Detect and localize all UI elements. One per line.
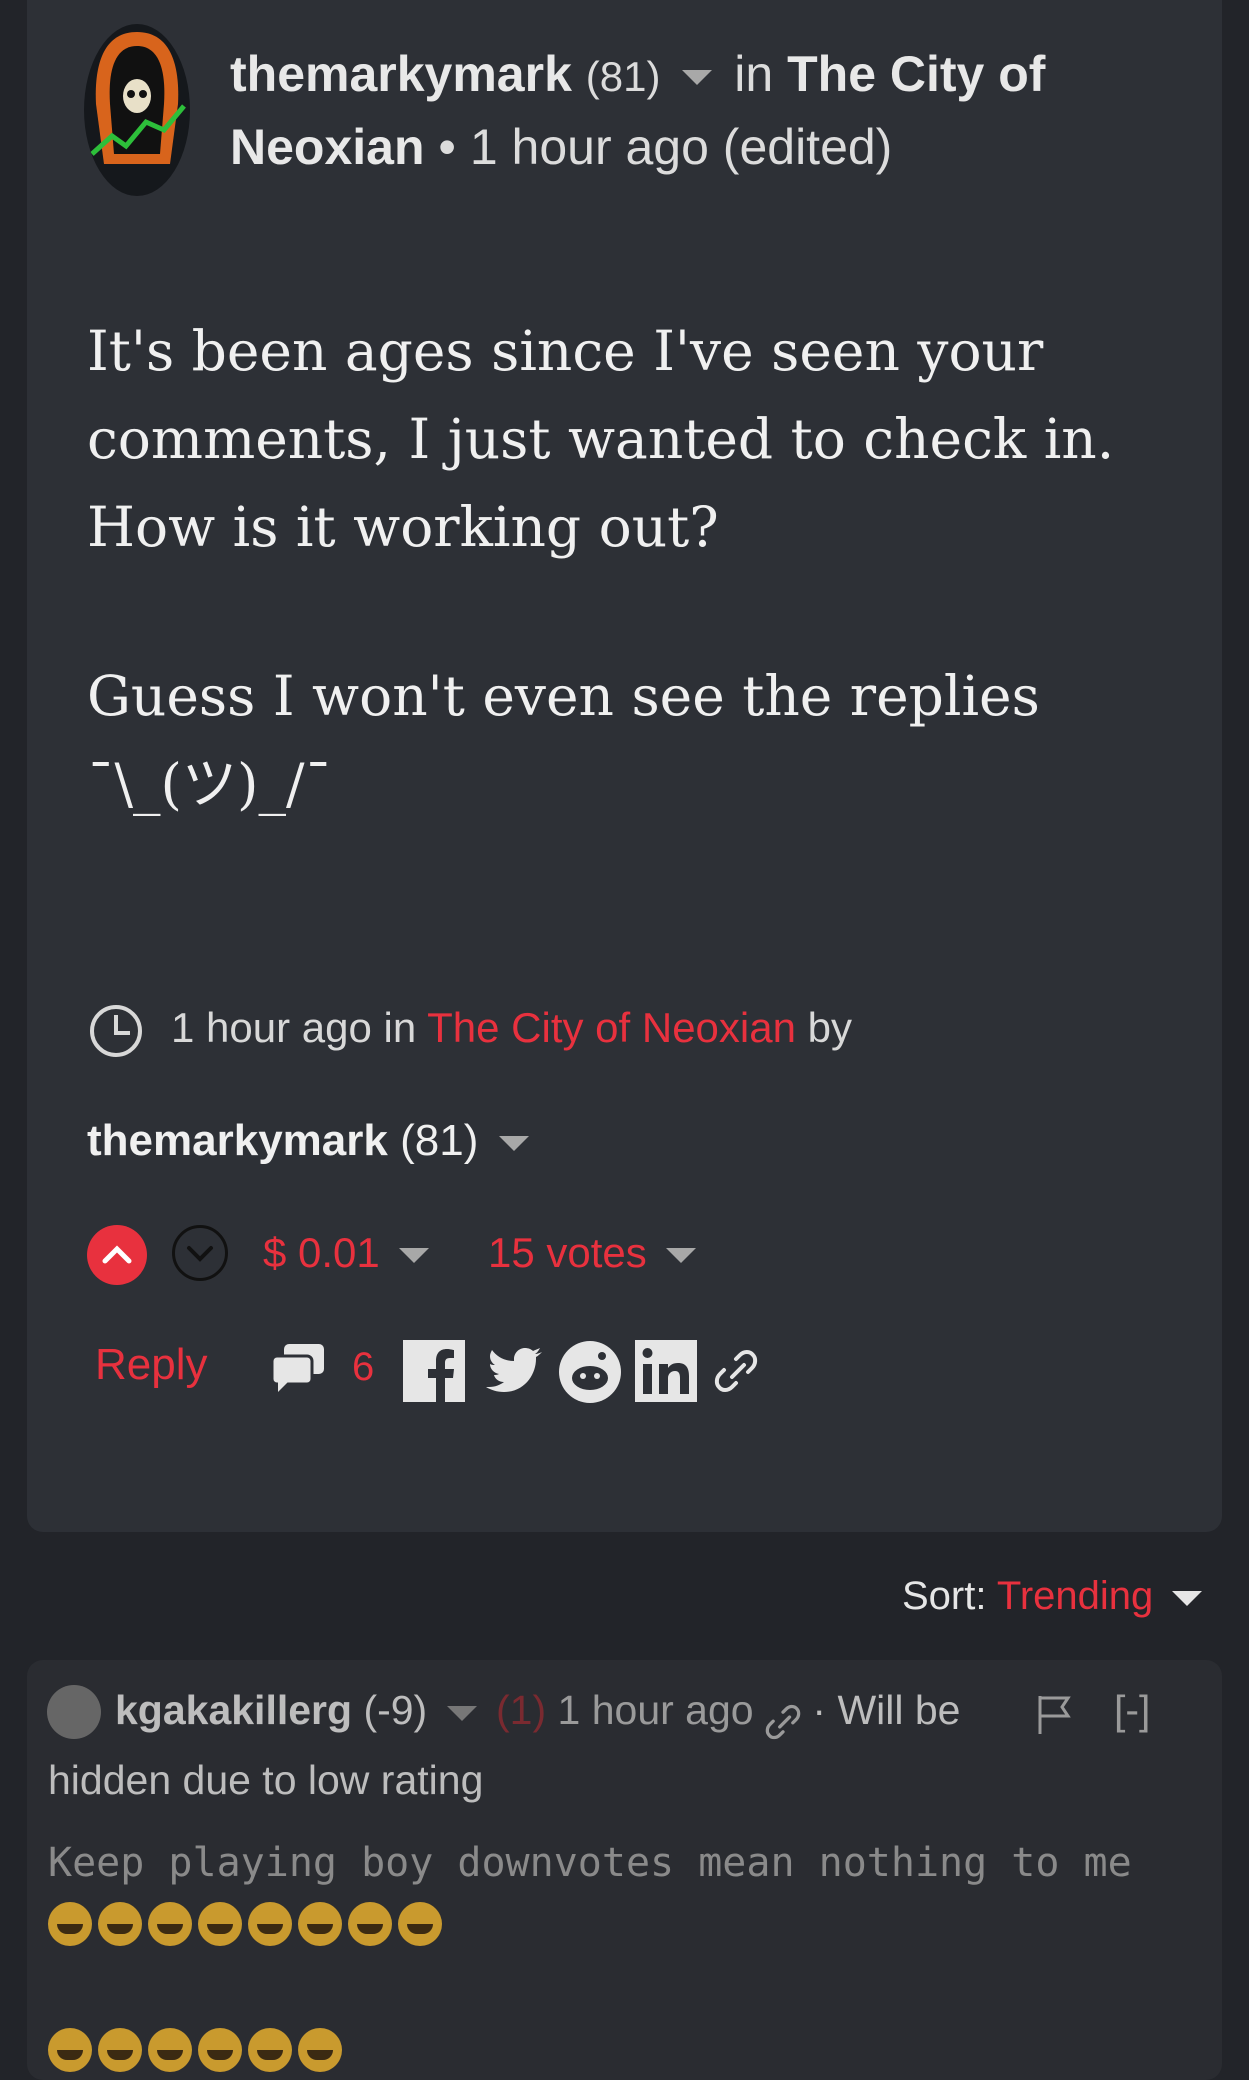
flag-icon[interactable] [1036, 1692, 1074, 1736]
caret-down-icon[interactable] [1172, 1590, 1203, 1606]
reply-body: Keep playing boy downvotes mean nothing … [48, 1840, 1132, 1886]
reply-status-continued: hidden due to low rating [48, 1757, 484, 1803]
caret-down-icon[interactable] [399, 1248, 430, 1264]
laughing-emoji-icon [48, 1902, 92, 1946]
post-body-line: ¯\_(ツ)_/¯ [87, 752, 332, 816]
linkedin-icon[interactable] [635, 1340, 697, 1402]
emoji-row [48, 1902, 448, 1950]
reply-status: · Will be [812, 1687, 961, 1733]
caret-down-icon[interactable] [446, 1705, 477, 1721]
laughing-emoji-icon [98, 1902, 142, 1946]
laughing-emoji-icon [398, 1902, 442, 1946]
laughing-emoji-icon [148, 2028, 192, 2072]
emoji-row [48, 2028, 348, 2076]
caret-down-icon[interactable] [498, 1135, 529, 1151]
author-name[interactable]: themarkymark [230, 46, 572, 102]
footer-author: themarkymark (81) [87, 1108, 537, 1174]
laughing-emoji-icon [248, 2028, 292, 2072]
laughing-emoji-icon [248, 1902, 292, 1946]
reply-time[interactable]: 1 hour ago [558, 1687, 754, 1733]
reddit-icon[interactable] [558, 1340, 622, 1404]
footer-author-reputation: (81) [400, 1116, 479, 1165]
link-icon[interactable] [765, 1695, 801, 1740]
comments-icon[interactable] [270, 1342, 326, 1392]
votes-count[interactable]: 15 votes [488, 1220, 704, 1286]
reply-vote-count: (1) [496, 1687, 547, 1733]
downvote-button[interactable] [172, 1225, 228, 1281]
laughing-emoji-icon [198, 2028, 242, 2072]
author-avatar[interactable] [84, 24, 190, 196]
laughing-emoji-icon [348, 1902, 392, 1946]
community-link-part2[interactable]: Neoxian [230, 119, 425, 175]
payout-value[interactable]: $ 0.01 [263, 1220, 437, 1286]
caret-down-icon[interactable] [666, 1248, 697, 1264]
comment-count: 6 [352, 1345, 375, 1389]
meta-time: 1 hour ago in [171, 1004, 417, 1051]
sort-control[interactable]: Sort: Trending [902, 1561, 1210, 1631]
upvote-icon [102, 1245, 132, 1264]
reply-author-name[interactable]: kgakakillerg [115, 1687, 352, 1733]
reply-header: kgakakillerg (-9) (1) 1 hour ago · Will … [115, 1677, 960, 1743]
reply-author-avatar[interactable] [47, 1685, 101, 1739]
post-body-line: It's been ages since I've seen your [87, 319, 1044, 383]
post-body-line: How is it working out? [87, 495, 719, 559]
post-body-line: Guess I won't even see the replies [87, 664, 1040, 728]
post-header-line2: Neoxian • 1 hour ago (edited) [230, 110, 892, 184]
laughing-emoji-icon [98, 2028, 142, 2072]
meta-community-link[interactable]: The City of Neoxian [427, 1004, 796, 1051]
collapse-button[interactable]: [-] [1114, 1677, 1150, 1743]
post-header-line1: themarkymark (81) in The City of [230, 37, 1045, 114]
reply-author-reputation: (-9) [363, 1687, 428, 1733]
sort-label: Sort: [902, 1574, 987, 1618]
facebook-icon[interactable] [403, 1340, 465, 1402]
twitter-icon[interactable] [480, 1340, 544, 1402]
post-meta: 1 hour ago in The City of Neoxian by [171, 995, 852, 1061]
reply-button[interactable]: Reply [95, 1332, 208, 1398]
post-body-line: comments, I just wanted to check in. [87, 407, 1115, 471]
in-word: in [734, 46, 774, 102]
laughing-emoji-icon [198, 1902, 242, 1946]
caret-down-icon[interactable] [682, 70, 713, 86]
community-link-part1[interactable]: The City of [787, 46, 1045, 102]
laughing-emoji-icon [298, 2028, 342, 2072]
upvote-button[interactable] [87, 1225, 147, 1285]
author-reputation: (81) [585, 53, 661, 100]
downvote-icon [187, 1246, 213, 1262]
meta-by: by [807, 1004, 852, 1051]
post-time: • 1 hour ago (edited) [438, 119, 893, 175]
sort-value[interactable]: Trending [997, 1574, 1153, 1618]
payout-amount: $ 0.01 [263, 1229, 380, 1276]
laughing-emoji-icon [148, 1902, 192, 1946]
footer-author-name[interactable]: themarkymark [87, 1116, 388, 1165]
link-icon[interactable] [714, 1347, 758, 1395]
laughing-emoji-icon [298, 1902, 342, 1946]
clock-icon [90, 1005, 142, 1057]
votes-label: 15 votes [488, 1229, 647, 1276]
laughing-emoji-icon [48, 2028, 92, 2072]
